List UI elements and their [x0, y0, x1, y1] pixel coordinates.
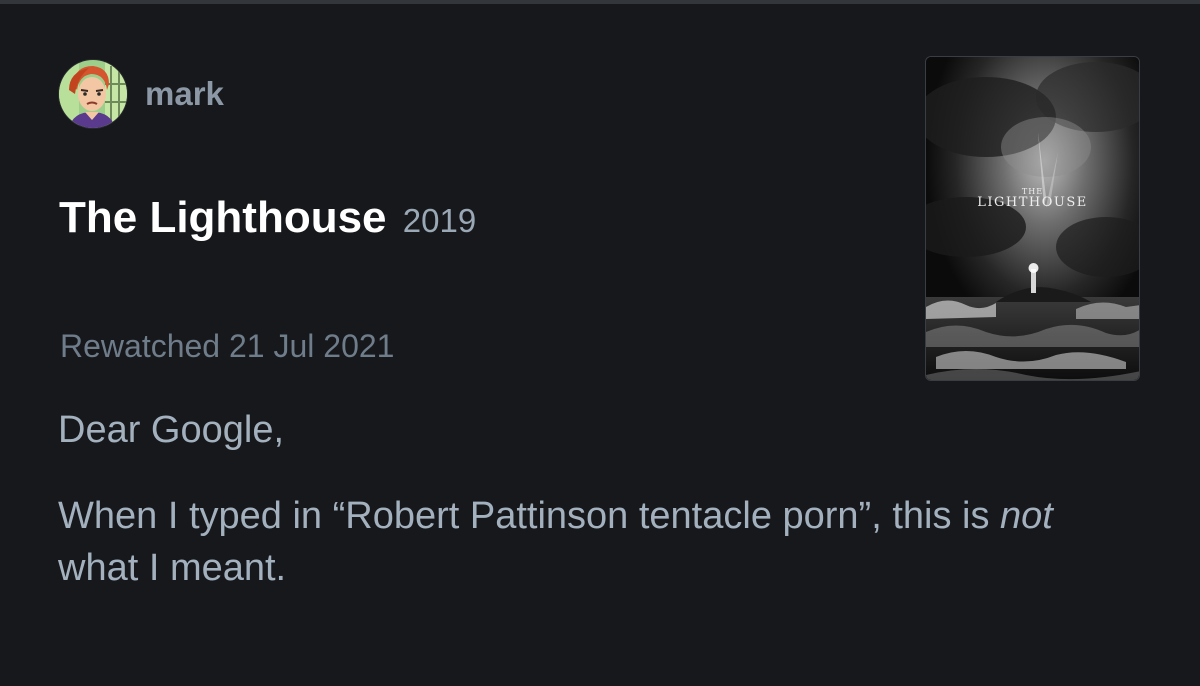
username[interactable]: mark [145, 74, 224, 114]
review-card: mark The Lighthouse 2019 Rewatched 21 Ju… [0, 4, 1200, 686]
film-poster[interactable]: THE LIGHTHOUSE [925, 56, 1140, 381]
film-heading: The Lighthouse 2019 [59, 192, 476, 247]
review-text-start: When I typed in “Robert Pattinson tentac… [58, 495, 1001, 537]
watch-date: Rewatched 21 Jul 2021 [60, 328, 395, 364]
avatar-illustration [59, 60, 127, 128]
review-body: Dear Google, When I typed in “Robert Pat… [58, 404, 1138, 594]
review-text-end: what I meant. [58, 547, 287, 589]
poster-title: LIGHTHOUSE [977, 195, 1088, 210]
poster-artwork [926, 57, 1139, 380]
avatar[interactable] [59, 60, 127, 128]
film-year[interactable]: 2019 [403, 202, 476, 239]
review-greeting: Dear Google, [58, 409, 285, 451]
review-emphasis: not [1000, 495, 1053, 537]
film-title[interactable]: The Lighthouse [59, 193, 387, 242]
review-paragraph: When I typed in “Robert Pattinson tentac… [58, 490, 1138, 594]
